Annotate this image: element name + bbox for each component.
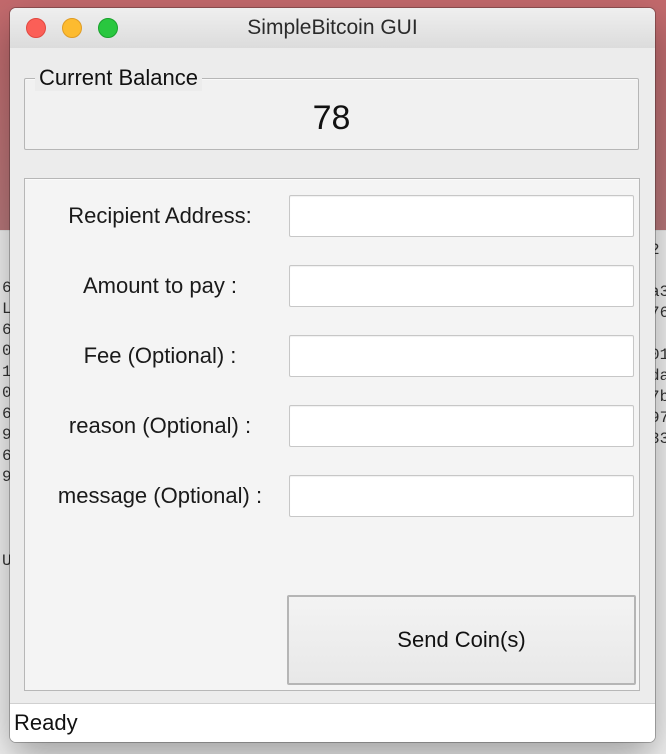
amount-to-pay-input[interactable] <box>289 265 634 307</box>
status-bar: Ready <box>10 703 655 742</box>
amount-to-pay-label: Amount to pay : <box>82 273 238 298</box>
title-bar: SimpleBitcoin GUI <box>10 8 655 49</box>
fee-optional-input[interactable] <box>289 335 634 377</box>
reason-optional-label: reason (Optional) : <box>68 413 252 438</box>
send-coin-form: Recipient Address: Amount to pay : Fee (… <box>24 178 640 691</box>
status-text: Ready <box>14 710 78 735</box>
message-optional-label: message (Optional) : <box>57 483 263 508</box>
fee-optional-label: Fee (Optional) : <box>83 343 237 368</box>
window-title: SimpleBitcoin GUI <box>247 16 418 39</box>
send-coins-button[interactable]: Send Coin(s) <box>287 595 636 685</box>
current-balance-value: 78 <box>312 99 351 137</box>
current-balance-label: Current Balance <box>35 65 202 91</box>
app-window: SimpleBitcoin GUI Current Balance 78 Rec… <box>10 8 655 742</box>
reason-optional-input[interactable] <box>289 405 634 447</box>
message-optional-input[interactable] <box>289 475 634 517</box>
recipient-address-label: Recipient Address: <box>68 203 252 228</box>
recipient-address-input[interactable] <box>289 195 634 237</box>
current-balance-group: Current Balance 78 <box>24 65 639 150</box>
window-content: Current Balance 78 Recipient Address: Am… <box>10 48 655 742</box>
